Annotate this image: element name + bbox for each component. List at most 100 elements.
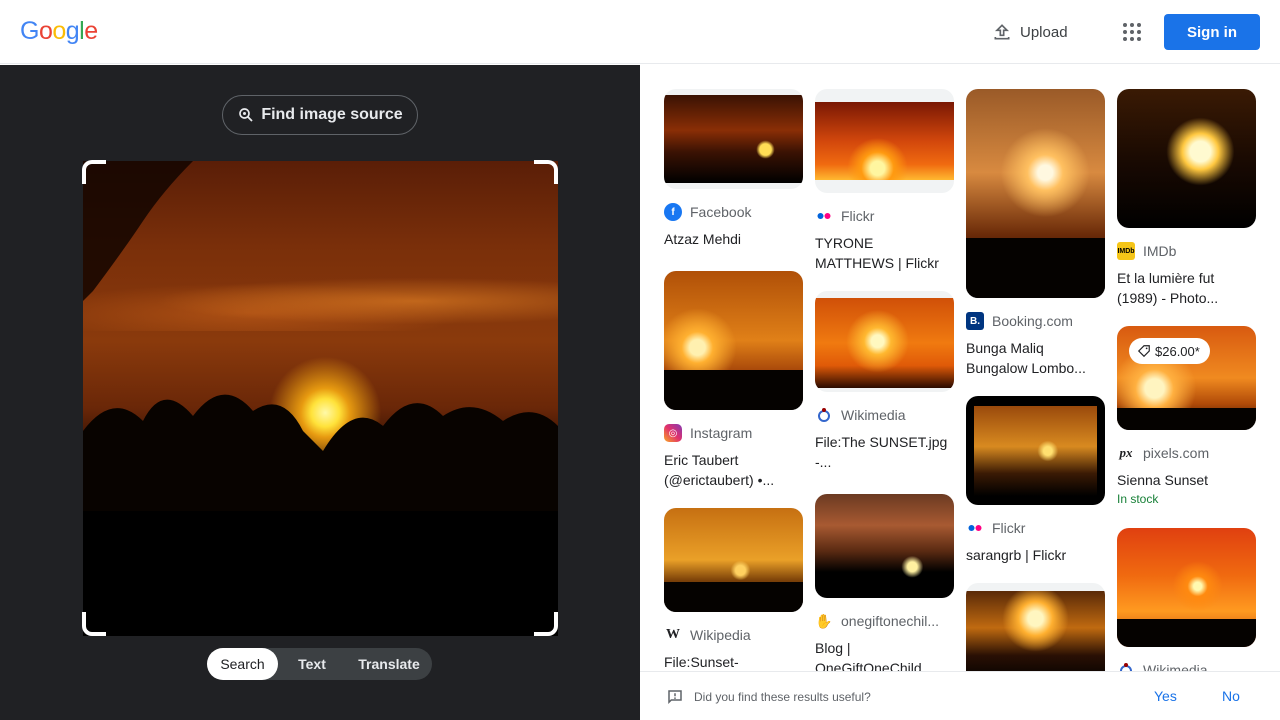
result-title[interactable]: TYRONE MATTHEWS | Flickr bbox=[815, 233, 950, 273]
logo-letter: o bbox=[52, 17, 66, 45]
result-card[interactable]: f Facebook Atzaz Mehdi bbox=[664, 89, 803, 249]
crop-handle-top-left[interactable] bbox=[82, 160, 106, 184]
result-title[interactable]: Atzaz Mehdi bbox=[664, 229, 799, 249]
result-source-label: Flickr bbox=[841, 208, 875, 224]
query-image-treeline bbox=[83, 394, 558, 511]
result-card[interactable]: W Wikipedia File:Sunset- bbox=[664, 508, 803, 671]
mode-text[interactable]: Text bbox=[278, 648, 346, 680]
mode-translate[interactable]: Translate bbox=[346, 648, 432, 680]
result-source: B. Booking.com bbox=[966, 312, 1105, 330]
result-title[interactable]: Et la lumière fut (1989) - Photo... bbox=[1117, 268, 1252, 308]
query-image-panel: Find image source Search Text Translate bbox=[0, 65, 640, 720]
instagram-icon: ◎ bbox=[664, 424, 682, 442]
result-source-label: Flickr bbox=[992, 520, 1026, 536]
result-thumbnail[interactable] bbox=[815, 89, 954, 193]
result-source: Flickr bbox=[815, 207, 954, 225]
result-card[interactable]: ✋ onegiftonechil... Blog | OneGiftOneChi… bbox=[815, 494, 954, 671]
wikipedia-icon: W bbox=[666, 627, 680, 642]
find-image-source-button[interactable]: Find image source bbox=[222, 95, 418, 135]
query-image bbox=[83, 161, 558, 636]
upload-icon bbox=[994, 24, 1010, 40]
result-card[interactable]: Wikimedia File:The SUNSET.jpg -... bbox=[815, 291, 954, 472]
result-thumbnail[interactable]: $26.00* bbox=[1117, 326, 1256, 430]
result-source-label: Wikipedia bbox=[690, 627, 751, 643]
crop-handle-bottom-left[interactable] bbox=[82, 612, 106, 636]
result-source-label: Booking.com bbox=[992, 313, 1073, 329]
feedback-yes-button[interactable]: Yes bbox=[1154, 688, 1177, 704]
header: Google Upload Sign in bbox=[0, 0, 1280, 64]
result-card[interactable]: ◎ Instagram Eric Taubert (@erictaubert) … bbox=[664, 271, 803, 490]
result-thumbnail[interactable] bbox=[1117, 89, 1256, 228]
upload-button[interactable]: Upload bbox=[992, 19, 1068, 45]
flickr-icon bbox=[815, 207, 833, 225]
result-source: IMDb IMDb bbox=[1117, 242, 1256, 260]
sign-in-button[interactable]: Sign in bbox=[1164, 14, 1260, 50]
result-thumbnail[interactable] bbox=[664, 271, 803, 410]
result-title[interactable]: sarangrb | Flickr bbox=[966, 545, 1101, 565]
result-source: Flickr bbox=[966, 519, 1105, 537]
result-source-label: Wikimedia bbox=[841, 407, 906, 423]
find-image-source-label: Find image source bbox=[261, 106, 403, 123]
tag-icon bbox=[1137, 345, 1150, 358]
feedback-icon bbox=[668, 690, 682, 705]
wikimedia-icon bbox=[815, 406, 833, 424]
price-tag: $26.00* bbox=[1129, 338, 1210, 364]
result-thumbnail[interactable] bbox=[966, 583, 1105, 671]
result-card[interactable]: IMDb IMDb Et la lumière fut (1989) - Pho… bbox=[1117, 89, 1256, 308]
result-source-label: Instagram bbox=[690, 425, 753, 441]
imdb-icon: IMDb bbox=[1117, 242, 1135, 260]
result-source: ◎ Instagram bbox=[664, 424, 803, 442]
stock-status: In stock bbox=[1117, 492, 1159, 506]
result-title[interactable]: Eric Taubert (@erictaubert) •... bbox=[664, 450, 799, 490]
result-source: ✋ onegiftonechil... bbox=[815, 612, 954, 630]
result-title[interactable]: Bunga Maliq Bungalow Lombo... bbox=[966, 338, 1101, 378]
feedback-question: Did you find these results useful? bbox=[694, 690, 871, 704]
apps-grid-icon[interactable] bbox=[1120, 20, 1144, 44]
result-thumbnail[interactable] bbox=[966, 396, 1105, 505]
price-label: $26.00* bbox=[1155, 343, 1200, 359]
facebook-icon: f bbox=[664, 203, 682, 221]
result-card[interactable]: Wikimedia bbox=[1117, 528, 1256, 671]
google-logo[interactable]: Google bbox=[20, 17, 98, 46]
result-card[interactable]: B. Booking.com Bunga Maliq Bungalow Lomb… bbox=[966, 89, 1105, 378]
logo-letter: o bbox=[38, 17, 53, 45]
crop-handle-bottom-right[interactable] bbox=[534, 612, 558, 636]
mode-switcher: Search Text Translate bbox=[207, 648, 432, 680]
crop-handle-top-right[interactable] bbox=[534, 160, 558, 184]
result-title[interactable]: Blog | OneGiftOneChild bbox=[815, 638, 950, 671]
result-thumbnail[interactable] bbox=[815, 291, 954, 392]
result-thumbnail[interactable] bbox=[815, 494, 954, 598]
logo-letter: g bbox=[65, 17, 80, 45]
onegiftonechild-icon: ✋ bbox=[815, 612, 833, 629]
result-thumbnail[interactable] bbox=[664, 89, 803, 189]
flickr-icon bbox=[966, 519, 984, 537]
pixels-icon: px bbox=[1119, 445, 1133, 460]
feedback-no-button[interactable]: No bbox=[1222, 688, 1240, 704]
result-thumbnail[interactable] bbox=[1117, 528, 1256, 647]
result-source-label: Facebook bbox=[690, 204, 752, 220]
result-card[interactable] bbox=[966, 583, 1105, 671]
visual-matches-panel: f Facebook Atzaz Mehdi ◎ Instagram Eric … bbox=[640, 65, 1280, 671]
result-thumbnail[interactable] bbox=[966, 89, 1105, 298]
result-title[interactable]: File:Sunset- bbox=[664, 652, 799, 671]
result-title[interactable]: File:The SUNSET.jpg -... bbox=[815, 432, 950, 472]
booking-icon: B. bbox=[966, 312, 984, 330]
result-source: Wikimedia bbox=[1117, 661, 1256, 671]
wikimedia-icon bbox=[1117, 661, 1135, 671]
result-thumbnail[interactable] bbox=[664, 508, 803, 612]
result-title[interactable]: Sienna Sunset bbox=[1117, 470, 1252, 490]
feedback-bar: Did you find these results useful? Yes N… bbox=[640, 671, 1280, 720]
result-source: px pixels.com bbox=[1117, 444, 1256, 462]
lens-search-icon bbox=[239, 108, 253, 122]
upload-label: Upload bbox=[1020, 23, 1068, 41]
result-source-label: onegiftonechil... bbox=[841, 613, 940, 629]
result-source-label: pixels.com bbox=[1143, 445, 1210, 461]
result-source: Wikimedia bbox=[815, 406, 954, 424]
logo-letter: e bbox=[84, 17, 98, 45]
result-source-label: IMDb bbox=[1143, 243, 1177, 259]
result-card[interactable]: Flickr sarangrb | Flickr bbox=[966, 396, 1105, 565]
result-card[interactable]: $26.00* px pixels.com Sienna Sunset In s… bbox=[1117, 326, 1256, 506]
result-source: W Wikipedia bbox=[664, 626, 803, 644]
mode-search[interactable]: Search bbox=[207, 648, 278, 680]
result-card[interactable]: Flickr TYRONE MATTHEWS | Flickr bbox=[815, 89, 954, 273]
